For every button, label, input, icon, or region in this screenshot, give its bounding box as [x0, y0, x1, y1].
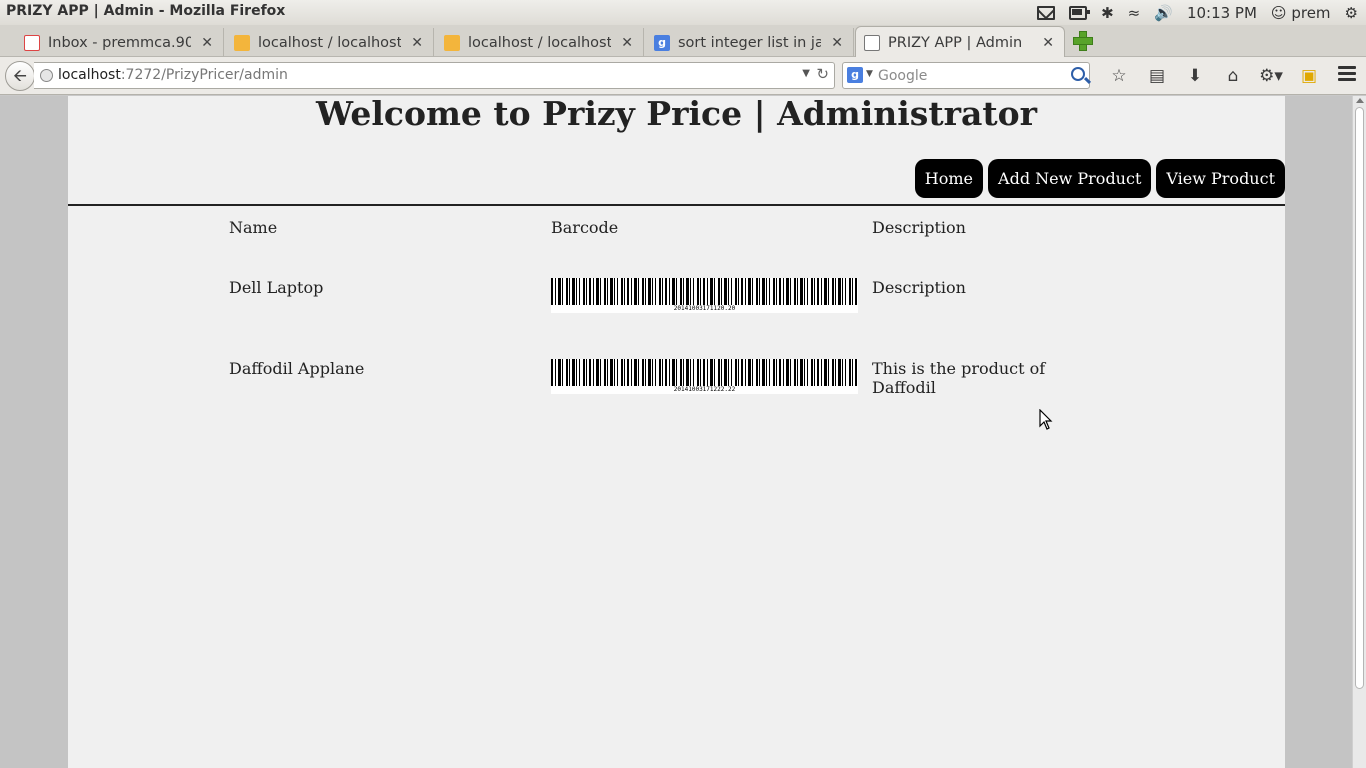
system-tray: ✱ ≈ 🔊 10:13 PM ☺ prem ⚙ [1037, 0, 1366, 25]
bookmark-star-icon[interactable]: ☆ [1100, 65, 1138, 87]
reload-icon[interactable]: ↻ [816, 65, 829, 83]
close-tab-icon[interactable]: ✕ [621, 35, 633, 51]
vertical-scrollbar[interactable] [1352, 96, 1366, 768]
product-barcode-cell: 20141003171222.22 [551, 359, 872, 440]
barcode-number: 20141003171222.22 [551, 386, 858, 394]
scrollbar-thumb[interactable] [1355, 107, 1364, 689]
user-icon: ☺ [1270, 3, 1287, 22]
tab-prizy-admin[interactable]: PRIZY APP | Admin ✕ [855, 26, 1065, 58]
scroll-up-arrow-icon[interactable] [1356, 98, 1364, 103]
close-tab-icon[interactable]: ✕ [411, 35, 423, 51]
column-header-barcode: Barcode [551, 218, 619, 237]
download-icon[interactable]: ⬇ [1176, 65, 1214, 87]
add-new-product-button[interactable]: Add New Product [988, 159, 1152, 198]
product-barcode-cell: 20141003171120.20 [551, 244, 872, 359]
close-tab-icon[interactable]: ✕ [1042, 35, 1054, 51]
home-icon[interactable]: ⌂ [1214, 65, 1252, 87]
page-heading: Welcome to Prizy Price | Administrator [316, 94, 1037, 133]
admin-nav: Home Add New Product View Product [914, 159, 1285, 198]
tab-label: localhost / localhost… [468, 34, 612, 51]
tab-inbox[interactable]: Inbox - premmca.90… ✕ [16, 28, 224, 57]
tab-label: Inbox - premmca.90… [48, 34, 192, 51]
tab-label: PRIZY APP | Admin [888, 34, 1023, 51]
tab-localhost-2[interactable]: localhost / localhost… ✕ [436, 28, 644, 57]
view-product-button[interactable]: View Product [1156, 159, 1285, 198]
search-icon[interactable] [1071, 67, 1085, 81]
clock[interactable]: 10:13 PM [1187, 4, 1257, 22]
url-host: localhost [58, 67, 121, 83]
product-name: Daffodil Applane [229, 359, 365, 378]
user-name: prem [1291, 3, 1331, 22]
barcode-bars [551, 359, 858, 387]
page-icon [864, 34, 880, 51]
url-history-dropdown-icon[interactable]: ▼ [802, 68, 810, 79]
barcode-image: 20141003171222.22 [551, 359, 858, 394]
tab-localhost-1[interactable]: localhost / localhost… ✕ [226, 28, 434, 57]
close-tab-icon[interactable]: ✕ [831, 35, 843, 51]
column-header-description: Description [872, 218, 966, 237]
settings-gear-icon[interactable]: ⚙ [1345, 4, 1358, 22]
addon-icon[interactable]: ▣ [1290, 65, 1328, 87]
gmail-icon [24, 34, 40, 51]
page-viewport: Welcome to Prizy Price | Administrator H… [0, 96, 1366, 768]
hamburger-menu-icon[interactable] [1338, 66, 1356, 82]
toolbar-icons: ☆ ▤ ⬇ ⌂ ⚙▾ ▣ [1100, 65, 1328, 87]
navigation-toolbar: 🡨 localhost:7272/PrizyPricer/admin ▼ ↻ g… [0, 57, 1366, 95]
tab-label: localhost / localhost… [258, 34, 402, 51]
window-titlebar: PRIZY APP | Admin - Mozilla Firefox ✱ ≈ … [0, 0, 1366, 25]
url-text[interactable]: localhost:7272/PrizyPricer/admin [58, 67, 288, 83]
new-tab-plus-icon[interactable] [1073, 31, 1093, 51]
home-button[interactable]: Home [914, 159, 984, 198]
battery-icon[interactable] [1069, 5, 1091, 20]
bluetooth-icon[interactable]: ✱ [1101, 4, 1114, 22]
extension-icon[interactable]: ⚙▾ [1252, 65, 1290, 87]
phpmyadmin-icon [444, 34, 460, 51]
search-bar[interactable]: g ▼ [842, 62, 1090, 89]
back-arrow-icon[interactable]: 🡨 [5, 61, 35, 91]
tab-bar: Inbox - premmca.90… ✕ localhost / localh… [0, 25, 1366, 58]
tab-google-search[interactable]: g sort integer list in ja… ✕ [646, 28, 854, 57]
google-icon[interactable]: g [847, 67, 863, 83]
column-header-name: Name [229, 218, 278, 237]
product-description: This is the product of Daffodil [872, 359, 1046, 397]
user-menu[interactable]: ☺ prem [1271, 4, 1331, 22]
volume-icon[interactable]: 🔊 [1154, 4, 1173, 22]
url-path: :7272/PrizyPricer/admin [120, 67, 288, 83]
search-input[interactable] [878, 66, 1058, 86]
site-identity-icon[interactable] [40, 69, 53, 82]
google-icon: g [654, 34, 670, 51]
admin-page: Welcome to Prizy Price | Administrator H… [68, 96, 1285, 768]
product-description: Description [872, 278, 966, 297]
search-engine-dropdown-icon[interactable]: ▼ [866, 69, 873, 79]
bookmarks-list-icon[interactable]: ▤ [1138, 65, 1176, 87]
wifi-icon[interactable]: ≈ [1128, 4, 1141, 22]
product-name: Dell Laptop [229, 278, 324, 297]
barcode-number: 20141003171120.20 [551, 305, 858, 313]
mail-icon[interactable] [1037, 5, 1056, 20]
table-header-row: Name Barcode Description [229, 218, 1112, 244]
close-tab-icon[interactable]: ✕ [201, 35, 213, 51]
header-divider [68, 204, 1285, 206]
barcode-bars [551, 278, 858, 306]
table-row: Dell Laptop 20141003171120.20 Descriptio… [229, 244, 1112, 359]
window-title: PRIZY APP | Admin - Mozilla Firefox [6, 3, 286, 19]
products-table: Name Barcode Description Dell Laptop 201… [229, 218, 1112, 440]
phpmyadmin-icon [234, 34, 250, 51]
url-bar[interactable]: localhost:7272/PrizyPricer/admin ▼ ↻ [34, 62, 835, 89]
tab-label: sort integer list in ja… [678, 34, 822, 51]
barcode-image: 20141003171120.20 [551, 278, 858, 313]
table-row: Daffodil Applane 20141003171222.22 This … [229, 359, 1112, 440]
